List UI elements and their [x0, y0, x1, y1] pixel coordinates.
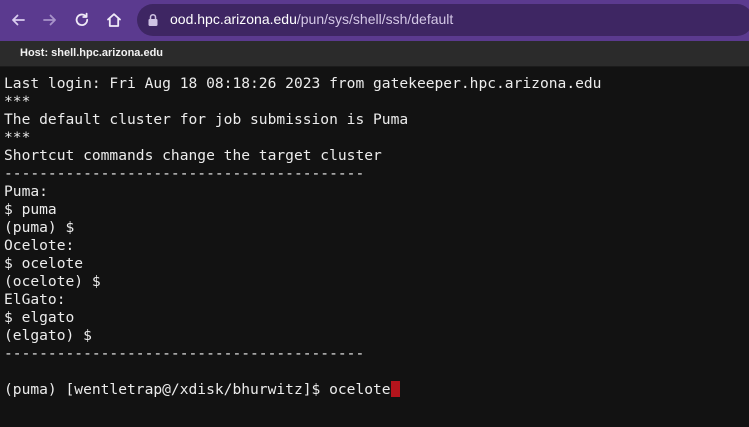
terminal-line: ElGato:	[4, 291, 66, 308]
host-label: Host: shell.hpc.arizona.edu	[20, 47, 164, 59]
terminal-line: The default cluster for job submission i…	[4, 111, 409, 128]
url-text: ood.hpc.arizona.edu/pun/sys/shell/ssh/de…	[170, 11, 453, 27]
session-header: Host: shell.hpc.arizona.edu	[0, 41, 749, 67]
terminal-line: Ocelote:	[4, 237, 75, 254]
terminal-line: $ elgato	[4, 309, 75, 326]
browser-toolbar: ood.hpc.arizona.edu/pun/sys/shell/ssh/de…	[0, 0, 749, 41]
terminal-line: $ puma	[4, 201, 57, 218]
shell-prompt: (puma) [wentletrap@/xdisk/bhurwitz]$	[4, 381, 330, 398]
back-button[interactable]	[6, 8, 30, 32]
lock-icon	[148, 13, 158, 26]
reload-icon	[75, 12, 89, 26]
terminal-line: Shortcut commands change the target clus…	[4, 147, 382, 164]
home-button[interactable]	[102, 8, 126, 32]
terminal-line: ----------------------------------------…	[4, 165, 365, 182]
terminal-line: ***	[4, 129, 31, 146]
arrow-right-icon	[43, 14, 56, 26]
url-host: ood.hpc.arizona.edu	[170, 11, 297, 27]
forward-button[interactable]	[38, 8, 62, 32]
terminal-line: $ ocelote	[4, 255, 84, 272]
command-line[interactable]: (puma) [wentletrap@/xdisk/bhurwitz]$ oce…	[4, 381, 601, 399]
terminal-line: (puma) $	[4, 219, 75, 236]
command-input[interactable]: ocelote	[329, 381, 391, 398]
reload-button[interactable]	[70, 8, 94, 32]
terminal-line: Last login: Fri Aug 18 08:18:26 2023 fro…	[4, 75, 602, 92]
terminal-line: (elgato) $	[4, 327, 92, 344]
terminal-line: ***	[4, 93, 31, 110]
home-icon	[107, 13, 121, 27]
terminal-output: Last login: Fri Aug 18 08:18:26 2023 fro…	[4, 75, 601, 399]
terminal-line: ----------------------------------------…	[4, 345, 365, 362]
url-path: /pun/sys/shell/ssh/default	[296, 11, 454, 27]
terminal-cursor	[390, 381, 400, 397]
terminal-line: (ocelote) $	[4, 273, 101, 290]
terminal[interactable]: Last login: Fri Aug 18 08:18:26 2023 fro…	[0, 67, 749, 427]
arrow-left-icon	[12, 14, 25, 26]
terminal-line: Puma:	[4, 183, 48, 200]
address-bar[interactable]: ood.hpc.arizona.edu/pun/sys/shell/ssh/de…	[137, 4, 749, 36]
